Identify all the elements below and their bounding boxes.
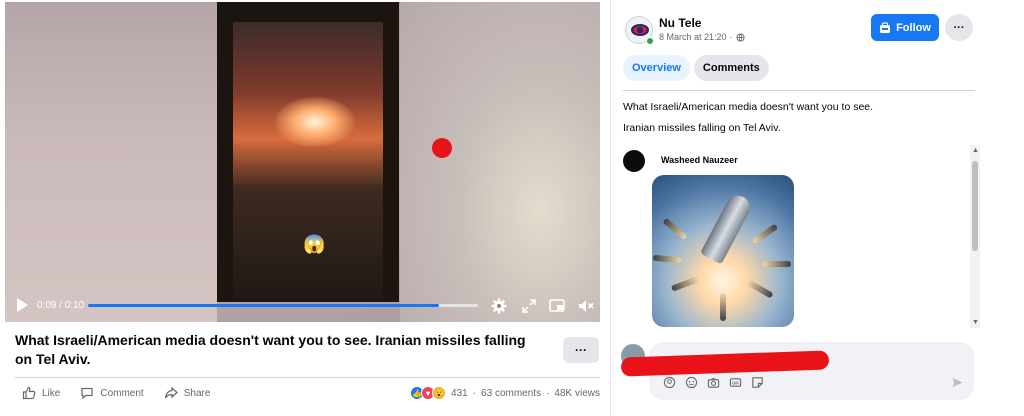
panel-tabs: Overview Comments (623, 55, 769, 81)
gif-icon[interactable]: GIF (729, 376, 742, 389)
views-count: 48K views (554, 387, 600, 399)
online-status-dot (646, 37, 654, 45)
video-player[interactable]: 😱 0:09 / 0:10 (5, 2, 600, 322)
like-button[interactable]: Like (22, 386, 60, 400)
send-icon[interactable] (951, 376, 964, 389)
video-progress-fill (88, 304, 439, 307)
like-label: Like (42, 387, 61, 399)
tab-overview[interactable]: Overview (623, 55, 690, 81)
divider (15, 377, 600, 378)
comments-scrollbar[interactable]: ▲ ▼ (970, 145, 980, 328)
globe-icon (735, 32, 745, 42)
expand-icon[interactable] (520, 297, 538, 315)
post-title: What Israeli/American media doesn't want… (15, 332, 526, 367)
comment-author[interactable]: Washeed Nauzeer (661, 155, 738, 165)
red-dot-marker (432, 138, 452, 158)
page-logo-icon (631, 24, 649, 36)
description-line: Iranian missiles falling on Tel Aviv. (623, 122, 781, 134)
missile-illustration (699, 191, 755, 265)
post-actions: Like Comment Share (22, 386, 210, 400)
avatar-sticker-icon[interactable] (663, 376, 676, 389)
post-more-button[interactable]: ··· (563, 337, 599, 363)
svg-text:GIF: GIF (732, 381, 739, 386)
comments-count[interactable]: 63 comments (481, 388, 541, 399)
commenter-avatar[interactable] (623, 150, 645, 172)
follow-page-icon (880, 21, 891, 33)
video-progress-bar[interactable] (88, 304, 478, 307)
video-time: 0:09 / 0:10 (37, 299, 85, 311)
emoji-icon[interactable] (685, 376, 698, 389)
video-controls: 0:09 / 0:10 (5, 288, 600, 322)
comments-list[interactable]: Washeed Nauzeer (619, 145, 987, 328)
follow-button[interactable]: Follow (871, 14, 939, 41)
scroll-down-arrow-icon[interactable]: ▼ (972, 319, 979, 326)
reaction-emoji-overlay: 😱 (303, 234, 326, 254)
comment-label: Comment (100, 387, 144, 399)
scroll-up-arrow-icon[interactable]: ▲ (972, 147, 979, 154)
share-label: Share (183, 387, 211, 399)
comment-button[interactable]: Comment (80, 386, 144, 400)
share-button[interactable]: Share (164, 386, 211, 400)
post-stats: 👍 ♥ 😮 431 · 63 comments · 48K views (410, 386, 600, 400)
reaction-count[interactable]: 431 (451, 388, 468, 399)
composer-tools: GIF (663, 376, 764, 389)
miniplayer-icon[interactable] (548, 297, 566, 315)
follow-label: Follow (896, 21, 931, 34)
page-name[interactable]: Nu Tele (659, 16, 701, 30)
like-thumb-icon (22, 386, 36, 400)
post-description: What Israeli/American media doesn't want… (623, 97, 873, 139)
tab-comments[interactable]: Comments (693, 55, 769, 81)
scrollbar-thumb[interactable] (972, 161, 978, 251)
settings-gear-icon[interactable] (490, 297, 508, 315)
divider (623, 90, 975, 91)
comment-image[interactable] (652, 175, 794, 327)
play-icon[interactable] (15, 297, 29, 313)
comment-bubble-icon (81, 387, 93, 400)
video-scene (233, 22, 383, 300)
wow-reaction-icon: 😮 (432, 386, 447, 400)
post-date[interactable]: 8 March at 21:20 (659, 32, 727, 42)
reaction-icons[interactable]: 👍 ♥ 😮 (410, 386, 447, 400)
volume-muted-icon[interactable] (577, 297, 595, 315)
post-meta: 8 March at 21:20 · (659, 32, 745, 42)
share-arrow-icon (164, 386, 178, 399)
panel-more-button[interactable]: ··· (945, 14, 973, 41)
description-line: What Israeli/American media doesn't want… (623, 101, 874, 113)
camera-icon[interactable] (707, 376, 720, 389)
sticker-icon[interactable] (751, 376, 764, 389)
